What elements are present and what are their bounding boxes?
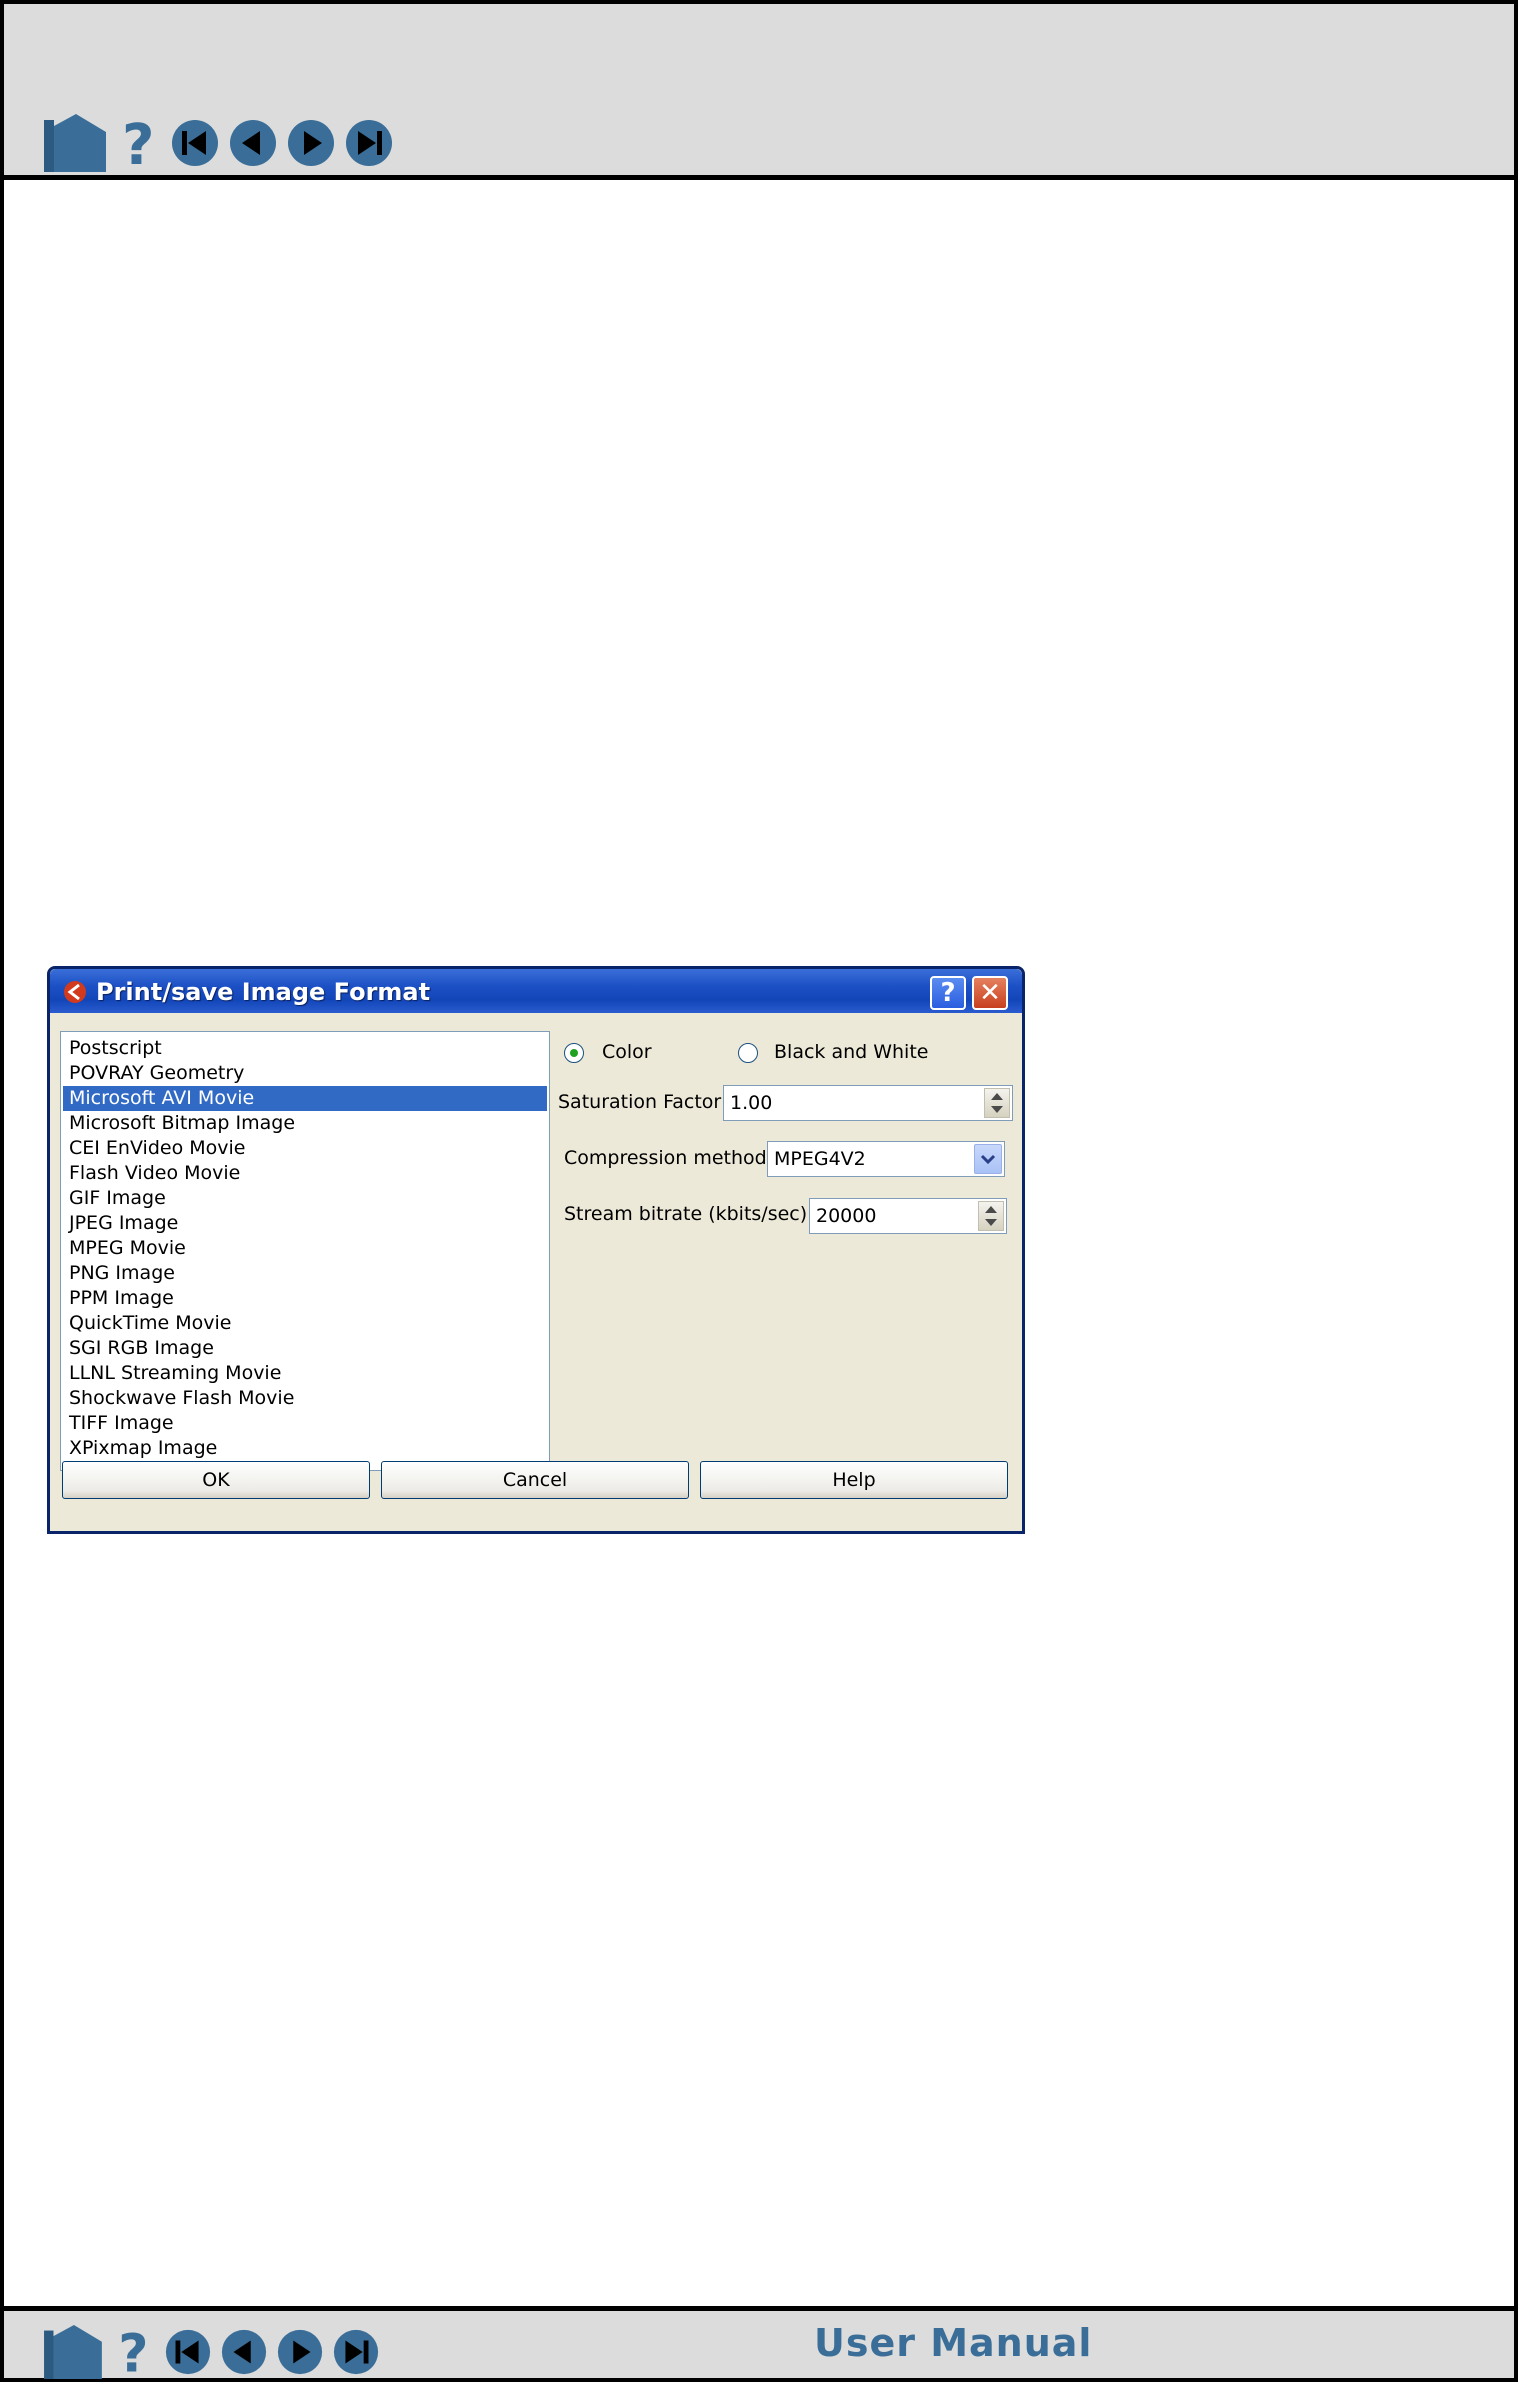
format-list-item[interactable]: JPEG Image	[67, 1211, 545, 1236]
radio-selected-dot	[570, 1049, 578, 1057]
top-nav-bar: ?	[0, 0, 1518, 180]
svg-text:?: ?	[118, 2325, 148, 2379]
format-list-item[interactable]: MPEG Movie	[67, 1236, 545, 1261]
compression-method-label: Compression method	[564, 1147, 767, 1169]
format-list-item[interactable]: Postscript	[67, 1036, 545, 1061]
compression-method-value: MPEG4V2	[774, 1148, 866, 1170]
stream-bitrate-spinbox[interactable]: 20000	[809, 1198, 1007, 1234]
format-list-item[interactable]: CEI EnVideo Movie	[67, 1136, 545, 1161]
dialog-title: Print/save Image Format	[96, 978, 431, 1006]
help-button[interactable]: Help	[700, 1461, 1008, 1499]
bottom-nav-bar: ? User Manual	[0, 2306, 1518, 2383]
stream-bitrate-label: Stream bitrate (kbits/sec)	[564, 1203, 808, 1225]
format-list-item[interactable]: Microsoft Bitmap Image	[67, 1111, 545, 1136]
previous-page-icon[interactable]	[220, 2328, 268, 2380]
svg-text:?: ?	[122, 114, 154, 172]
print-save-image-format-dialog: Print/save Image Format ? ✕ Postscript PO…	[47, 966, 1025, 1534]
format-list-item[interactable]: Shockwave Flash Movie	[67, 1386, 545, 1411]
spin-arrows-icon[interactable]	[984, 1088, 1010, 1118]
format-list-item[interactable]: SGI RGB Image	[67, 1336, 545, 1361]
format-list-item[interactable]: POVRAY Geometry	[67, 1061, 545, 1086]
next-page-icon[interactable]	[286, 118, 336, 172]
format-list-item[interactable]: LLNL Streaming Movie	[67, 1361, 545, 1386]
format-list-item[interactable]: TIFF Image	[67, 1411, 545, 1436]
format-list-item[interactable]: PPM Image	[67, 1286, 545, 1311]
last-page-icon[interactable]	[344, 118, 394, 172]
first-page-icon[interactable]	[170, 118, 220, 172]
dialog-titlebar: Print/save Image Format ? ✕	[50, 969, 1022, 1013]
color-radio[interactable]	[564, 1043, 584, 1063]
compression-method-select[interactable]: MPEG4V2	[767, 1141, 1005, 1177]
format-list-item[interactable]: QuickTime Movie	[67, 1311, 545, 1336]
color-radio-label: Color	[602, 1041, 652, 1063]
help-icon[interactable]: ?	[114, 2325, 156, 2383]
format-list-item[interactable]: XPixmap Image	[67, 1436, 545, 1461]
format-list[interactable]: Postscript POVRAY Geometry Microsoft AVI M…	[60, 1031, 550, 1471]
bottom-nav-icons: ?	[40, 2325, 388, 2383]
first-page-icon[interactable]	[164, 2328, 212, 2380]
spin-arrows-icon[interactable]	[978, 1201, 1004, 1231]
ok-button[interactable]: OK	[62, 1461, 370, 1499]
saturation-factor-spinbox[interactable]: 1.00	[723, 1085, 1013, 1121]
top-nav-icons: ?	[40, 113, 402, 178]
cancel-button[interactable]: Cancel	[381, 1461, 689, 1499]
saturation-factor-label: Saturation Factor	[558, 1091, 722, 1113]
chevron-down-icon[interactable]	[974, 1144, 1002, 1174]
format-list-item[interactable]: PNG Image	[67, 1261, 545, 1286]
black-and-white-radio[interactable]	[738, 1043, 758, 1063]
titlebar-help-button[interactable]: ?	[930, 976, 966, 1010]
next-page-icon[interactable]	[276, 2328, 324, 2380]
home-icon[interactable]	[40, 2325, 106, 2383]
manual-title: User Manual	[814, 2321, 1093, 2365]
saturation-factor-value: 1.00	[730, 1092, 773, 1114]
format-list-item[interactable]: GIF Image	[67, 1186, 545, 1211]
titlebar-close-button[interactable]: ✕	[972, 976, 1008, 1010]
last-page-icon[interactable]	[332, 2328, 380, 2380]
previous-page-icon[interactable]	[228, 118, 278, 172]
help-icon[interactable]: ?	[118, 113, 162, 178]
format-list-item[interactable]: Flash Video Movie	[67, 1161, 545, 1186]
app-logo-icon	[62, 979, 88, 1009]
stream-bitrate-value: 20000	[816, 1205, 877, 1227]
black-and-white-radio-label: Black and White	[774, 1041, 929, 1063]
home-icon[interactable]	[40, 114, 110, 176]
format-list-item[interactable]: Microsoft AVI Movie	[63, 1086, 547, 1111]
